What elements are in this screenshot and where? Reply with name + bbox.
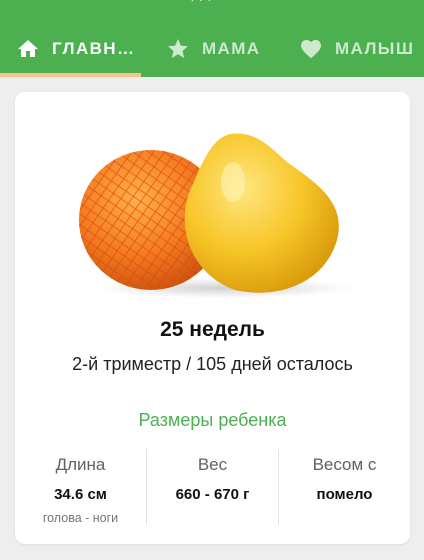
tab-mama-label: МАМА <box>202 39 261 58</box>
stat-weight: Вес 660 - 670 г <box>146 449 278 525</box>
stat-comparison: Весом с помело <box>278 449 410 525</box>
clipped-title-fragment: · · · <box>190 0 310 7</box>
baby-size-stats: Длина 34.6 см голова - ноги Вес 660 - 67… <box>15 449 410 525</box>
app-bar: · · · ГЛАВН… МАМА МАЛЫШ <box>0 0 424 77</box>
tab-bar: ГЛАВН… МАМА МАЛЫШ <box>0 24 424 77</box>
stat-weight-label: Вес <box>197 455 228 474</box>
tab-home-label: ГЛАВН… <box>52 39 136 58</box>
stat-length-value: 34.6 см <box>54 486 107 503</box>
stat-comparison-label: Весом с <box>312 455 377 474</box>
week-card: 25 недель 2-й триместр / 105 дней остало… <box>15 92 410 544</box>
tab-mama[interactable]: МАМА <box>166 24 260 74</box>
week-number: 25 недель <box>160 318 265 341</box>
tab-baby[interactable]: МАЛЫШ <box>299 24 414 74</box>
tab-home[interactable]: ГЛАВН… <box>16 24 135 74</box>
trimester-info: 2-й триместр / 105 дней осталось <box>72 354 353 374</box>
heart-icon <box>299 37 323 61</box>
pomelo-fruit-image <box>79 133 355 298</box>
tab-baby-label: МАЛЫШ <box>335 39 415 58</box>
stat-weight-value: 660 - 670 г <box>175 486 250 503</box>
stat-length-label: Длина <box>55 455 106 474</box>
star-icon <box>166 37 190 61</box>
stat-comparison-value: помело <box>316 486 373 503</box>
stat-length: Длина 34.6 см голова - ноги <box>15 449 146 525</box>
home-icon <box>16 37 40 61</box>
clipped-title-strip: · · · <box>0 0 424 8</box>
baby-sizes-heading: Размеры ребенка <box>138 410 287 430</box>
tab-indicator <box>0 73 141 77</box>
stat-length-note: голова - ноги <box>42 511 119 525</box>
